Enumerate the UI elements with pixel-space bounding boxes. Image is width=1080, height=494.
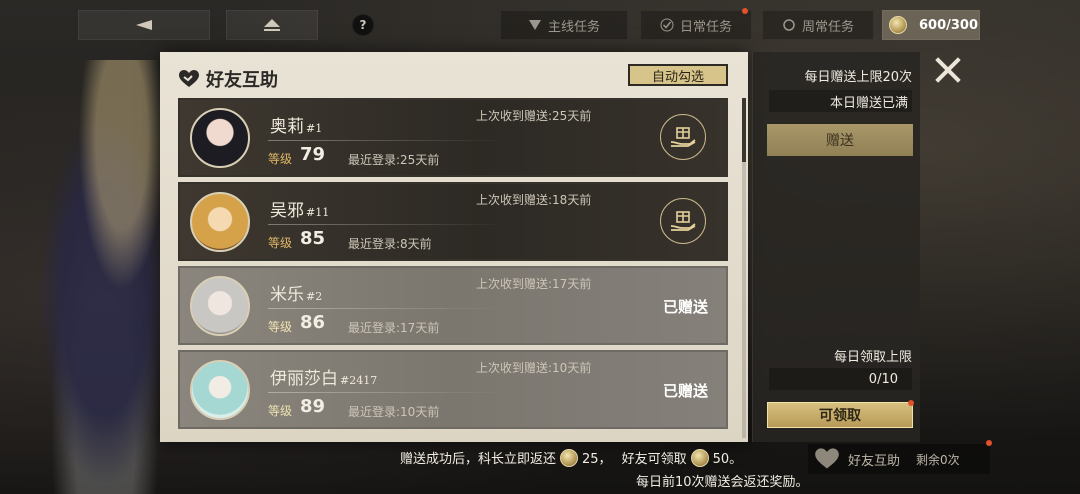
tab-daily-quest[interactable]: 日常任务: [640, 10, 752, 40]
give-button[interactable]: 赠送: [767, 124, 913, 156]
friend-name: 奥莉 #1: [270, 112, 322, 137]
avatar: [190, 192, 250, 252]
tab-label: 周常任务: [801, 19, 854, 35]
last-received: 上次收到赠送:17天前: [476, 277, 592, 291]
friend-id: #2: [306, 290, 323, 303]
tab-weekly-quest[interactable]: 周常任务: [762, 10, 874, 40]
last-login: 最近登录:25天前: [348, 153, 440, 167]
note-value-a: 25，: [582, 452, 612, 467]
friend-id: #1: [306, 122, 323, 135]
back-arrow-icon: [136, 20, 152, 30]
gift-hand-icon: [670, 211, 696, 231]
notification-dot: [986, 440, 992, 446]
dialog-title-text: 好友互助: [206, 70, 278, 91]
note-text-b: 好友可领取: [621, 452, 687, 467]
note-text-a: 赠送成功后，科长立即返还: [400, 452, 557, 467]
friend-id: #11: [306, 206, 330, 219]
daily-give-limit: 每日赠送上限20次: [804, 70, 912, 85]
help-button[interactable]: ?: [352, 14, 374, 36]
reward-note-2: 每日前10次赠送会返还奖励。: [636, 475, 809, 490]
friend-assist-dialog: 好友互助 自动勾选 奥莉 #1 等级 79 最近登录:25天前 上次收到赠送:25…: [160, 52, 748, 442]
tab-label: 主线任务: [547, 19, 600, 35]
friend-row[interactable]: 奥莉 #1 等级 79 最近登录:25天前 上次收到赠送:25天前: [178, 98, 728, 177]
friend-list[interactable]: 奥莉 #1 等级 79 最近登录:25天前 上次收到赠送:25天前 吴邪 #11 等…: [178, 98, 728, 438]
refresh-icon: [783, 19, 795, 31]
friend-name-text: 奥莉: [270, 117, 304, 137]
home-button[interactable]: [226, 10, 318, 40]
top-bar: ? 主线任务 日常任务 周常任务 600/300: [0, 8, 1080, 40]
today-give-status: 本日赠送已满: [769, 90, 912, 112]
sent-status: 已赠送: [662, 382, 708, 400]
notification-dot: [742, 8, 748, 14]
reward-note: 赠送成功后，科长立即返还 25， 好友可领取 50。: [400, 448, 742, 467]
last-login: 最近登录:10天前: [348, 405, 440, 419]
level-value: 86: [300, 312, 326, 333]
back-button[interactable]: [78, 10, 210, 40]
gift-hand-icon: [670, 127, 696, 147]
gift-side-panel: 每日赠送上限20次 本日赠送已满 赠送 每日领取上限 0/10 可领取: [752, 52, 920, 442]
divider: [268, 140, 508, 141]
coin-icon: [560, 448, 579, 467]
tab-label: 日常任务: [679, 19, 732, 35]
close-button[interactable]: [932, 54, 964, 86]
chevron-down-icon: [528, 20, 541, 30]
level-label: 等级: [268, 236, 293, 250]
list-scrollbar[interactable]: [742, 98, 746, 438]
send-gift-button[interactable]: [660, 114, 706, 160]
last-received: 上次收到赠送:10天前: [476, 361, 592, 375]
send-gift-button[interactable]: [660, 198, 706, 244]
auto-select-button[interactable]: 自动勾选: [628, 64, 728, 86]
friend-name: 伊丽莎白 #2417: [270, 364, 377, 389]
level-value: 85: [300, 228, 326, 249]
divider: [268, 224, 508, 225]
eject-home-icon: [264, 19, 280, 31]
friend-name-text: 吴邪: [270, 201, 304, 221]
last-login: 最近登录:8天前: [348, 237, 432, 251]
points-value: 600/300: [919, 17, 979, 33]
friend-id: #2417: [340, 374, 378, 387]
level-value: 79: [300, 144, 326, 165]
sent-status: 已赠送: [662, 298, 708, 316]
level-label: 等级: [268, 152, 293, 166]
notification-dot: [908, 400, 914, 406]
claim-count: 0/10: [769, 368, 912, 390]
friend-assist-tab[interactable]: 好友互助 剩余0次: [808, 444, 990, 474]
points-counter[interactable]: 600/300: [882, 10, 980, 40]
avatar: [190, 108, 250, 168]
heart-handshake-icon: [815, 448, 839, 469]
claim-button[interactable]: 可领取: [767, 402, 913, 428]
scroll-thumb[interactable]: [742, 98, 746, 162]
divider: [268, 308, 508, 309]
coin-icon: [690, 448, 709, 467]
friend-name-text: 米乐: [270, 285, 304, 305]
note-value-b: 50。: [712, 452, 743, 467]
check-circle-icon: [660, 18, 674, 32]
heart-handshake-icon: [179, 70, 199, 87]
dialog-title: 好友互助: [178, 66, 278, 92]
friend-row[interactable]: 伊丽莎白 #2417 等级 89 最近登录:10天前 上次收到赠送:10天前 已赠…: [178, 350, 728, 429]
level-value: 89: [300, 396, 326, 417]
tab-main-quest[interactable]: 主线任务: [500, 10, 628, 40]
friend-row[interactable]: 吴邪 #11 等级 85 最近登录:8天前 上次收到赠送:18天前: [178, 182, 728, 261]
question-icon: ?: [359, 18, 367, 32]
friend-name: 吴邪 #11: [270, 196, 329, 221]
divider: [268, 392, 508, 393]
last-received: 上次收到赠送:25天前: [476, 109, 592, 123]
last-login: 最近登录:17天前: [348, 321, 440, 335]
friend-name: 米乐 #2: [270, 280, 322, 305]
coin-icon: [889, 16, 907, 34]
avatar: [190, 276, 250, 336]
friend-tab-label: 好友互助: [848, 453, 901, 469]
level-label: 等级: [268, 404, 293, 418]
avatar: [190, 360, 250, 420]
friend-name-text: 伊丽莎白: [270, 369, 338, 389]
level-label: 等级: [268, 320, 293, 334]
last-received: 上次收到赠送:18天前: [476, 193, 592, 207]
friend-row[interactable]: 米乐 #2 等级 86 最近登录:17天前 上次收到赠送:17天前 已赠送: [178, 266, 728, 345]
daily-claim-limit: 每日领取上限: [833, 350, 912, 365]
remaining-count: 剩余0次: [916, 452, 960, 467]
